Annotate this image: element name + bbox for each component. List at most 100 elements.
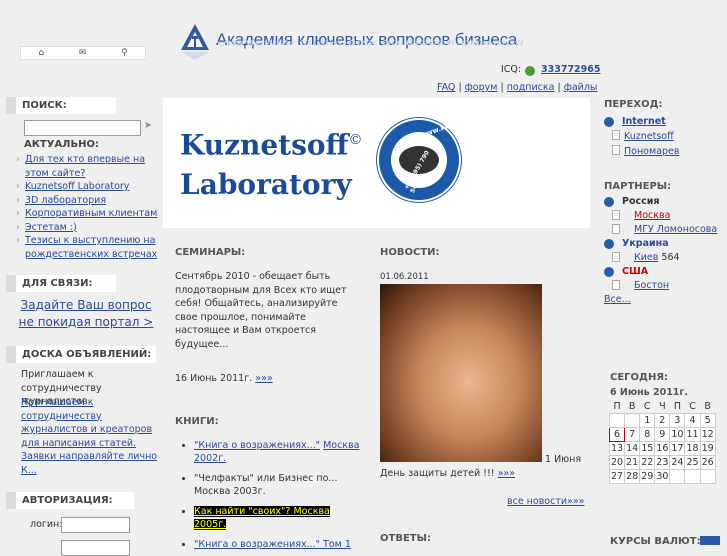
subscribe-link[interactable]: подписка — [507, 82, 555, 93]
actual-title: АКТУАЛЬНО: — [24, 139, 99, 150]
calendar-day[interactable]: 30 — [654, 469, 671, 484]
calendar-day[interactable] — [608, 413, 626, 428]
calendar-day[interactable]: 24 — [669, 455, 686, 470]
weekday: С — [689, 401, 696, 412]
goto-link[interactable]: Kuznetsoff — [624, 131, 674, 142]
calendar-day[interactable]: 18 — [684, 441, 701, 456]
calendar-day[interactable]: 4 — [684, 413, 701, 428]
calendar-day[interactable]: 8 — [639, 427, 656, 442]
list-item[interactable]: Тезисы к выступлению на рождественских в… — [16, 234, 166, 261]
list-item[interactable]: Корпоративным клиентам — [16, 207, 166, 221]
actual-link[interactable]: Эстетам :) — [25, 222, 77, 233]
search-go-icon[interactable]: ➤ — [144, 120, 152, 131]
calendar-day[interactable]: 16 — [654, 441, 671, 456]
partner-link[interactable]: Бостон — [634, 280, 669, 291]
forum-link[interactable]: форум — [465, 82, 498, 93]
calendar-day[interactable]: 5 — [699, 413, 716, 428]
list-item[interactable]: Для тех кто впервые на этом сайте? — [16, 153, 166, 180]
goto-block: Internet Kuznetsoff Пономарев — [604, 114, 679, 159]
news-photo[interactable] — [380, 284, 542, 462]
login-input[interactable] — [61, 517, 130, 533]
icq-number[interactable]: 333772965 — [541, 64, 601, 75]
calendar-day[interactable]: 7 — [624, 427, 641, 442]
actual-link[interactable]: Тезисы к выступлению на рождественских в… — [25, 235, 157, 260]
actual-link[interactable]: Корпоративным клиентам — [25, 208, 157, 219]
calendar-day[interactable]: 9 — [654, 427, 671, 442]
actual-link[interactable]: Kuznetsoff Laboratory — [25, 181, 129, 192]
list-item[interactable]: Kuznetsoff Laboratory — [16, 180, 166, 194]
faq-link[interactable]: FAQ — [437, 82, 455, 93]
answers-title: ОТВЕТЫ: — [380, 533, 431, 544]
calendar-day[interactable]: 2 — [654, 413, 671, 428]
calendar-day[interactable]: 3 — [669, 413, 686, 428]
partners-all-link[interactable]: Все... — [604, 294, 631, 305]
search-icon[interactable]: ⚲ — [121, 48, 128, 58]
calendar-day[interactable]: 10 — [669, 427, 686, 442]
list-item[interactable]: "Книга о возражениях..." Том 1 — [194, 539, 364, 552]
files-link[interactable]: файлы — [564, 82, 598, 93]
calendar-day[interactable] — [699, 469, 716, 484]
seminars-date-line: 16 Июнь 2011г. »»» — [175, 373, 273, 384]
calendar-day[interactable]: 25 — [684, 455, 701, 470]
actual-link[interactable]: Для тех кто впервые на этом сайте? — [25, 154, 145, 179]
banner-line2: Laboratory — [180, 168, 352, 202]
calendar-day[interactable]: 26 — [699, 455, 716, 470]
board-section-title: ДОСКА ОБЪЯВЛЕНИЙ: — [6, 346, 156, 363]
partner-link[interactable]: Киев — [634, 252, 658, 263]
list-item[interactable]: "Книга о возражениях..." Москва 2002г. — [194, 440, 364, 465]
calendar-day[interactable]: 11 — [684, 427, 701, 442]
calendar-day[interactable] — [669, 469, 686, 484]
weekday: П — [613, 401, 621, 412]
actual-link[interactable]: 3D лаборатория — [25, 195, 106, 206]
calendar-day[interactable]: 19 — [699, 441, 716, 456]
list-item[interactable]: "Челфакты" или Бизнес по... Москва 2003г… — [194, 473, 364, 498]
book-highlight-link[interactable]: Как найти "своих"? Москва 2005г. — [194, 506, 330, 530]
calendar-day[interactable]: 28 — [624, 469, 641, 484]
list-item[interactable]: Эстетам :) — [16, 221, 166, 235]
calendar-day[interactable]: 1 — [639, 413, 656, 428]
partner-country: Россия — [622, 196, 660, 207]
calendar-day[interactable]: 23 — [654, 455, 671, 470]
seminars-more-link[interactable]: »»» — [255, 373, 272, 384]
banner-title: Kuznetsoff© Laboratory — [180, 120, 363, 205]
calendar-day[interactable]: 27 — [608, 469, 626, 484]
calendar-day[interactable]: 21 — [624, 455, 641, 470]
calendar-day[interactable]: 15 — [639, 441, 656, 456]
book-text: "Челфакты" или Бизнес по... Москва 2003г… — [194, 473, 338, 497]
calendar-day[interactable]: 29 — [639, 469, 656, 484]
site-title-reflection: Академия ключевых вопросов бизнеса — [216, 38, 524, 49]
list-item[interactable]: Как найти "своих"? Москва 2005г. — [194, 506, 364, 531]
password-input[interactable] — [61, 540, 130, 556]
icq-flower-icon — [525, 66, 535, 76]
list-item[interactable]: 3D лаборатория — [16, 194, 166, 208]
board-link[interactable]: Приглашаем к сотрудничеству журналистов … — [21, 396, 161, 477]
mail-icon[interactable]: ✉ — [79, 48, 87, 58]
home-icon[interactable]: ⌂ — [38, 48, 44, 58]
weekday: С — [643, 401, 651, 412]
partner-link[interactable]: МГУ Ломоносова — [634, 224, 717, 235]
book-link[interactable]: "Книга о возражениях..." — [194, 440, 320, 451]
books-list: "Книга о возражениях..." Москва 2002г. "… — [182, 440, 364, 552]
news-more-link[interactable]: »»» — [498, 468, 515, 479]
weekday: В — [704, 401, 711, 412]
calendar-day[interactable]: 22 — [639, 455, 656, 470]
separator: | — [500, 82, 504, 93]
ask-question-link[interactable]: Задайте Ваш вопрос не покидая портал > — [12, 297, 160, 331]
calendar-day[interactable]: 12 — [699, 427, 716, 442]
all-news-link[interactable]: все новости»»» — [507, 496, 585, 507]
today-title: СЕГОДНЯ: — [610, 372, 669, 383]
calendar-day[interactable] — [684, 469, 701, 484]
calendar-day[interactable]: 13 — [608, 441, 626, 456]
calendar-day[interactable]: 17 — [669, 441, 686, 456]
goto-internet-link[interactable]: Internet — [622, 116, 666, 127]
calendar-today[interactable]: 6 — [608, 427, 626, 442]
partner-link[interactable]: Москва — [634, 210, 670, 221]
search-input[interactable] — [24, 120, 141, 136]
goto-link[interactable]: Пономарев — [624, 146, 679, 157]
today-date: 6 Июнь 2011г. — [610, 387, 688, 398]
calendar-day[interactable] — [624, 413, 641, 428]
weekday: Ч — [659, 401, 666, 412]
calendar-day[interactable]: 20 — [608, 455, 626, 470]
calendar-day[interactable]: 14 — [624, 441, 641, 456]
academy-logo[interactable] — [180, 22, 210, 62]
